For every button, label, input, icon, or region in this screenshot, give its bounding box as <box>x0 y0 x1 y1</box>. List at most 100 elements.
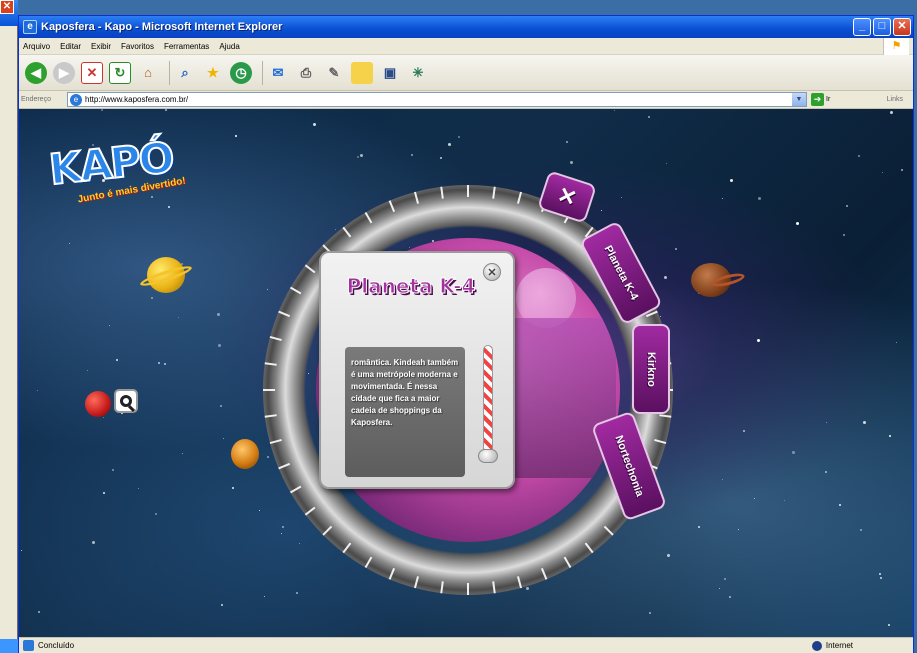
address-url[interactable]: http://www.kaposfera.com.br/ <box>85 95 188 104</box>
star <box>101 109 103 111</box>
maximize-button[interactable]: □ <box>873 18 891 36</box>
star <box>116 359 118 361</box>
panel-scrollbar[interactable] <box>483 345 493 455</box>
toolbar-separator <box>169 60 170 85</box>
zoom-out-icon[interactable] <box>114 389 138 413</box>
star <box>232 487 234 489</box>
folder-icon[interactable] <box>351 61 373 84</box>
portal-tick <box>563 556 572 569</box>
search-icon[interactable]: ⌕ <box>174 62 196 84</box>
favorites-star-icon[interactable]: ★ <box>202 62 224 84</box>
star <box>888 624 890 626</box>
panel-text: romântica. Kindeah também é uma metrópol… <box>351 358 459 427</box>
background-close-icon[interactable]: ✕ <box>0 0 14 14</box>
star <box>158 362 160 364</box>
zone-label: Internet <box>825 641 853 650</box>
background-window[interactable]: ✕ <box>0 0 18 653</box>
star <box>880 577 882 579</box>
star <box>738 529 739 530</box>
planet-ring <box>710 271 746 289</box>
history-icon[interactable]: ◷ <box>230 61 252 84</box>
tab-kirkno[interactable]: Kirkno <box>632 324 670 414</box>
mail-icon[interactable]: ✉ <box>267 62 289 84</box>
panel-scroll-thumb[interactable] <box>478 449 498 463</box>
address-dropdown-icon[interactable]: ▼ <box>792 93 806 106</box>
portal-tick <box>540 567 548 580</box>
portal-tick <box>467 185 469 197</box>
links-button[interactable]: Links <box>887 96 903 103</box>
toolbar: ◀ ▶ ✕ ↻ ⌂ ⌕ ★ ◷ ✉ ⎙ ✎ ▣ ✳ <box>19 55 913 91</box>
go-arrow-icon[interactable]: ➔ <box>811 93 824 106</box>
go-button[interactable]: Ir <box>826 96 830 103</box>
star <box>411 154 413 156</box>
portal-tick <box>584 542 594 554</box>
portal-tick <box>659 414 672 418</box>
star <box>784 500 785 501</box>
star <box>281 533 282 534</box>
menu-editar[interactable]: Editar <box>60 42 81 51</box>
portal-tick <box>304 264 316 274</box>
menu-favoritos[interactable]: Favoritos <box>121 42 154 51</box>
star <box>754 498 755 499</box>
back-icon[interactable]: ◀ <box>25 61 47 84</box>
star <box>138 488 139 489</box>
star <box>901 169 903 171</box>
page-icon: e <box>70 93 82 106</box>
star <box>660 316 661 317</box>
star <box>621 197 622 198</box>
menu-exibir[interactable]: Exibir <box>91 42 111 51</box>
print-icon[interactable]: ⎙ <box>295 62 317 84</box>
star <box>103 492 105 494</box>
star <box>109 325 110 326</box>
refresh-icon[interactable]: ↻ <box>109 61 131 84</box>
orange-planet-icon[interactable] <box>231 439 259 469</box>
status-bar: Concluído Internet <box>19 637 913 653</box>
address-field[interactable]: e http://www.kaposfera.com.br/ ▼ <box>67 92 807 107</box>
star <box>890 111 893 114</box>
star <box>178 317 179 318</box>
desktop: ✕ e Kaposfera - Kapo - Microsoft Interne… <box>0 0 917 653</box>
home-icon[interactable]: ⌂ <box>137 62 159 84</box>
star <box>164 363 166 365</box>
star <box>221 604 223 606</box>
star <box>796 222 799 225</box>
brown-planet-icon[interactable] <box>691 263 746 297</box>
star <box>826 422 827 423</box>
star <box>112 469 114 471</box>
stop-icon[interactable]: ✕ <box>81 61 103 84</box>
star <box>448 143 451 146</box>
close-button[interactable]: ✕ <box>893 18 911 36</box>
forward-icon[interactable]: ▶ <box>53 61 75 84</box>
star <box>758 197 761 200</box>
portal-tick <box>269 438 282 445</box>
menu-arquivo[interactable]: Arquivo <box>23 42 50 51</box>
star <box>792 451 795 454</box>
panel-close-button[interactable]: ✕ <box>483 263 501 281</box>
red-planet-icon[interactable] <box>85 391 111 417</box>
portal-tick <box>289 286 302 295</box>
discuss-icon[interactable]: ▣ <box>379 62 401 84</box>
minimize-button[interactable]: _ <box>853 18 871 36</box>
star <box>526 587 529 590</box>
windows-flag-icon: ⚑ <box>883 38 909 55</box>
portal-tick <box>388 200 396 213</box>
portal-tick <box>269 335 282 342</box>
title-bar[interactable]: e Kaposfera - Kapo - Microsoft Internet … <box>19 16 913 38</box>
portal-tick <box>304 506 316 516</box>
magnifier-lens <box>120 395 132 407</box>
star <box>21 550 22 551</box>
yellow-planet-icon[interactable] <box>138 257 194 293</box>
kapo-logo[interactable]: KAPÓ Junto é mais divertido! <box>46 132 187 219</box>
star <box>296 592 298 594</box>
star <box>69 243 70 244</box>
star <box>724 578 726 580</box>
star <box>843 234 845 236</box>
star <box>92 541 95 544</box>
portal-tick <box>364 211 373 224</box>
portal-tick <box>492 186 496 199</box>
messenger-icon[interactable]: ✳ <box>407 62 429 84</box>
edit-icon[interactable]: ✎ <box>323 62 345 84</box>
menu-ferramentas[interactable]: Ferramentas <box>164 42 209 51</box>
menu-ajuda[interactable]: Ajuda <box>219 42 239 51</box>
tab-kirkno-label: Kirkno <box>645 351 657 387</box>
